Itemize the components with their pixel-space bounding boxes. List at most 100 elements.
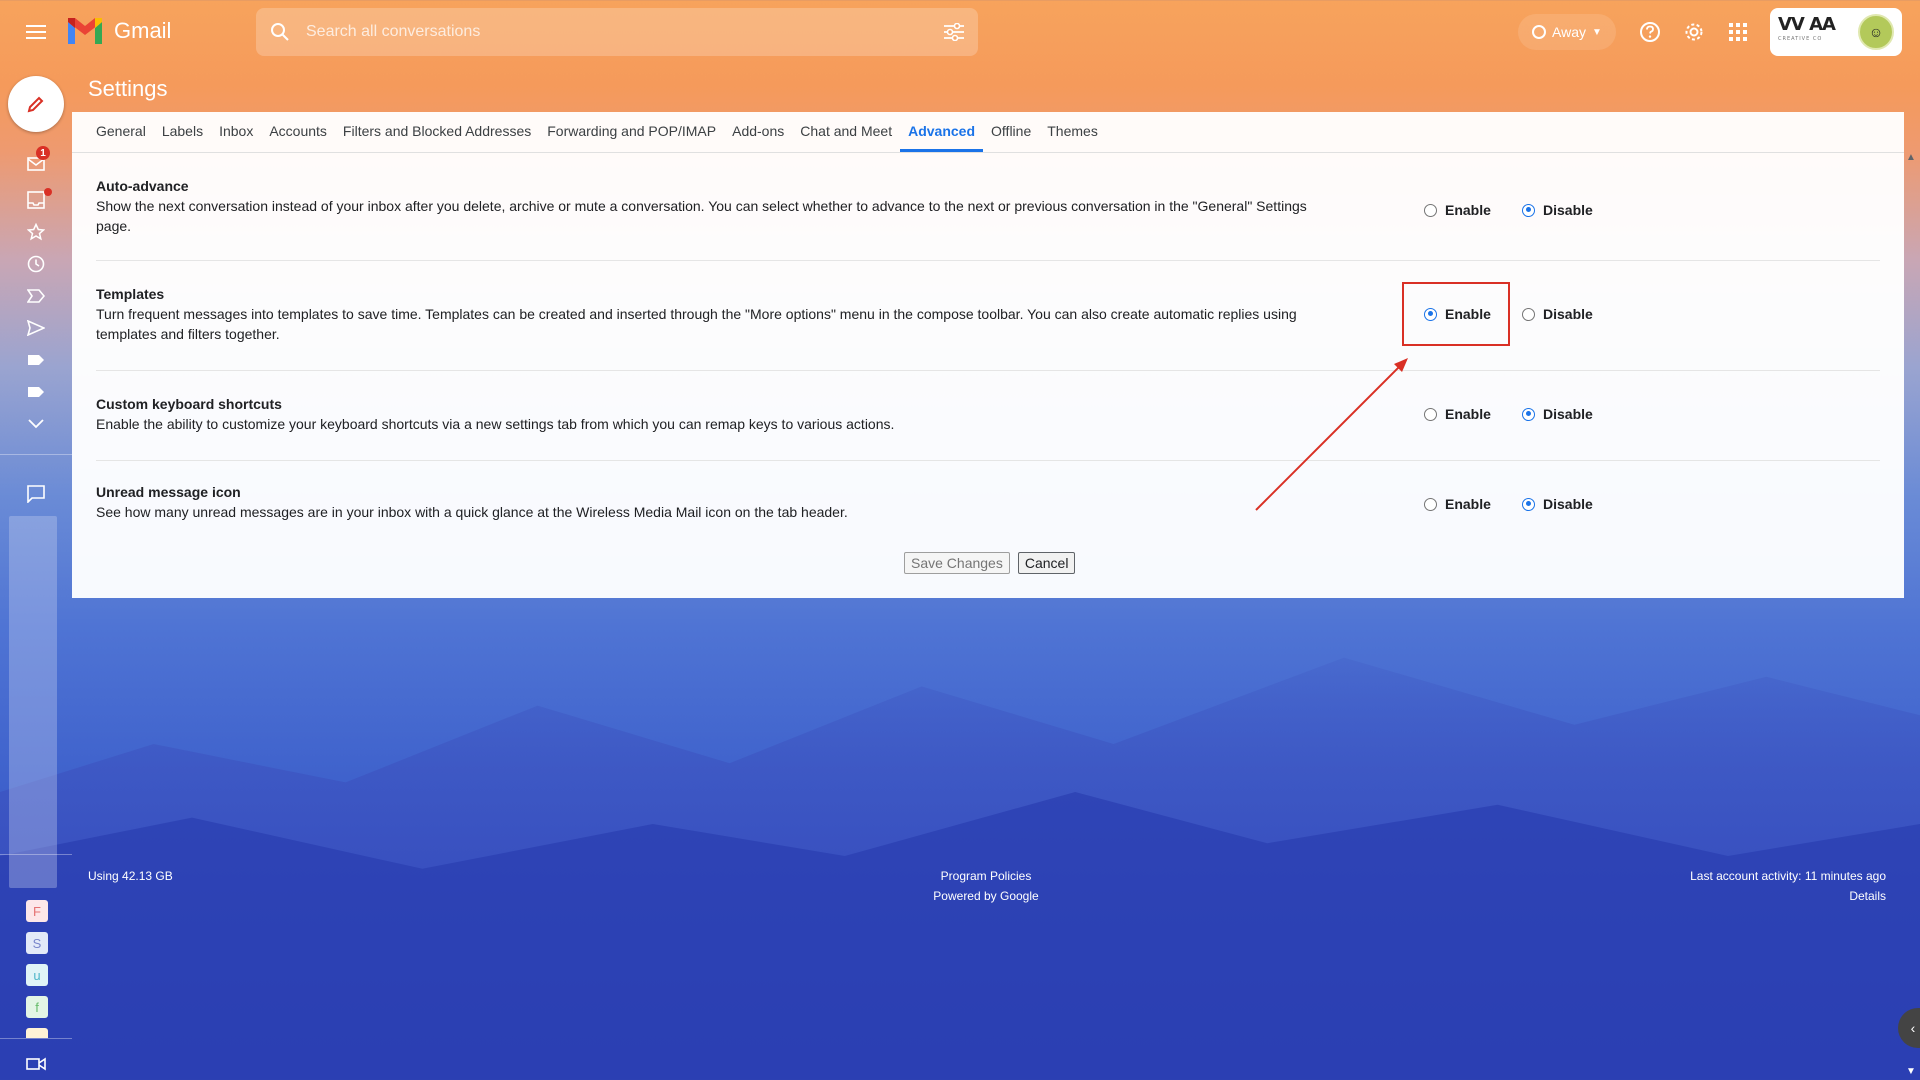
tab-forwarding[interactable]: Forwarding and POP/IMAP — [539, 112, 724, 152]
chat-contact-initial: S — [32, 935, 42, 951]
footer-right: Last account activity: 11 minutes ago De… — [1600, 866, 1886, 906]
cancel-button[interactable]: Cancel — [1017, 552, 1076, 574]
avatar[interactable]: ☺ — [1858, 14, 1894, 50]
footer-center: Program Policies Powered by Google — [900, 866, 1072, 906]
templates-enable-option[interactable]: Enable — [1424, 306, 1491, 322]
chat-icon[interactable] — [20, 480, 52, 508]
scroll-down-arrow-icon[interactable]: ▼ — [1904, 1064, 1918, 1078]
radio-enable[interactable] — [1424, 497, 1437, 511]
rail-divider — [0, 1038, 72, 1039]
setting-description: Show the next conversation instead of yo… — [96, 198, 1307, 234]
star-icon[interactable] — [20, 218, 52, 246]
tab-inbox[interactable]: Inbox — [211, 112, 261, 152]
tab-labels[interactable]: Labels — [154, 112, 211, 152]
help-icon[interactable] — [1634, 16, 1666, 48]
label-icon[interactable] — [20, 346, 52, 374]
top-bar: Gmail Away ▼ VV AA CREATIVE CO ☺ — [0, 0, 1920, 64]
auto-advance-disable-option[interactable]: Disable — [1522, 202, 1593, 218]
keyboard-shortcuts-disable-option[interactable]: Disable — [1522, 406, 1593, 422]
setting-row-unread-icon: Unread message icon See how many unread … — [96, 460, 1880, 546]
auto-advance-enable-option[interactable]: Enable — [1424, 202, 1491, 218]
scroll-up-arrow-icon[interactable]: ▲ — [1904, 150, 1918, 164]
unread-icon-disable-option[interactable]: Disable — [1522, 496, 1593, 512]
tab-general[interactable]: General — [88, 112, 154, 152]
keyboard-shortcuts-enable-option[interactable]: Enable — [1424, 406, 1491, 422]
chat-contact-tile[interactable]: S — [26, 932, 48, 954]
option-label: Enable — [1445, 306, 1491, 322]
gear-icon[interactable] — [1678, 16, 1710, 48]
details-link[interactable]: Details — [1600, 886, 1886, 906]
tab-chat-and-meet[interactable]: Chat and Meet — [792, 112, 900, 152]
search-input[interactable] — [304, 22, 930, 42]
chat-contact-tile[interactable]: f — [26, 996, 48, 1018]
search-bar — [256, 8, 978, 56]
search-options-icon[interactable] — [930, 8, 978, 56]
status-selector[interactable]: Away ▼ — [1518, 14, 1616, 50]
setting-description: See how many unread messages are in your… — [96, 504, 848, 520]
radio-disable[interactable] — [1522, 203, 1535, 217]
pencil-icon — [27, 96, 44, 113]
important-icon[interactable] — [20, 282, 52, 310]
save-changes-button[interactable]: Save Changes — [904, 552, 1010, 574]
option-label: Enable — [1445, 406, 1491, 422]
setting-title: Custom keyboard shortcuts — [96, 396, 282, 412]
chevron-down-icon[interactable] — [20, 410, 52, 438]
option-label: Disable — [1543, 306, 1593, 322]
settings-panel: General Labels Inbox Accounts Filters an… — [72, 112, 1904, 598]
chat-contact-tile[interactable] — [26, 1028, 48, 1038]
notification-dot — [44, 188, 52, 196]
unread-count-badge: 1 — [36, 146, 50, 160]
radio-enable[interactable] — [1424, 307, 1437, 321]
chat-contact-tile[interactable]: F — [26, 900, 48, 922]
option-label: Disable — [1543, 202, 1593, 218]
option-label: Disable — [1543, 406, 1593, 422]
tab-advanced[interactable]: Advanced — [900, 112, 984, 152]
video-camera-icon[interactable] — [20, 1050, 52, 1078]
setting-title: Auto-advance — [96, 178, 189, 194]
tab-offline[interactable]: Offline — [983, 112, 1039, 152]
option-label: Disable — [1543, 496, 1593, 512]
caret-down-icon: ▼ — [1591, 26, 1602, 38]
chat-contact-initial: u — [33, 967, 41, 983]
tab-accounts[interactable]: Accounts — [261, 112, 335, 152]
setting-title: Unread message icon — [96, 484, 241, 500]
left-rail: 1 F S u f — [0, 64, 72, 1080]
apps-grid-icon[interactable] — [1722, 16, 1754, 48]
setting-title: Templates — [96, 286, 165, 302]
setting-row-templates: Templates Turn frequent messages into te… — [96, 260, 1880, 371]
status-label: Away — [1552, 24, 1586, 40]
send-icon[interactable] — [20, 314, 52, 342]
main-menu-icon[interactable] — [18, 16, 54, 48]
tab-filters[interactable]: Filters and Blocked Addresses — [335, 112, 539, 152]
compose-button[interactable] — [8, 76, 64, 132]
form-buttons: Save Changes Cancel — [904, 552, 1076, 574]
tab-add-ons[interactable]: Add-ons — [724, 112, 792, 152]
program-policies-link[interactable]: Program Policies — [900, 866, 1072, 886]
account-switcher[interactable]: VV AA CREATIVE CO ☺ — [1770, 8, 1902, 56]
setting-row-keyboard-shortcuts: Custom keyboard shortcuts Enable the abi… — [96, 370, 1880, 461]
tab-themes[interactable]: Themes — [1039, 112, 1106, 152]
chat-contact-tile[interactable]: u — [26, 964, 48, 986]
rail-divider — [0, 854, 72, 855]
radio-enable[interactable] — [1424, 407, 1437, 421]
setting-row-auto-advance: Auto-advance Show the next conversation … — [96, 166, 1880, 261]
radio-enable[interactable] — [1424, 203, 1437, 217]
unread-icon-enable-option[interactable]: Enable — [1424, 496, 1491, 512]
clock-icon[interactable] — [20, 250, 52, 278]
chevron-left-icon: ‹ — [1910, 1020, 1916, 1036]
organization-logo: VV AA CREATIVE CO — [1778, 16, 1836, 46]
radio-disable[interactable] — [1522, 497, 1535, 511]
setting-description: Enable the ability to customize your key… — [96, 416, 895, 432]
powered-by-google: Powered by Google — [933, 889, 1039, 903]
option-label: Enable — [1445, 202, 1491, 218]
templates-disable-option[interactable]: Disable — [1522, 306, 1593, 322]
settings-tabs: General Labels Inbox Accounts Filters an… — [88, 112, 1106, 152]
radio-disable[interactable] — [1522, 307, 1535, 321]
annotation-arrow — [1255, 358, 1408, 511]
search-icon[interactable] — [256, 8, 304, 56]
radio-disable[interactable] — [1522, 407, 1535, 421]
label-icon[interactable] — [20, 378, 52, 406]
gmail-logo[interactable]: Gmail — [66, 16, 171, 46]
last-account-activity: Last account activity: 11 minutes ago — [1690, 869, 1886, 883]
status-ring-icon — [1532, 25, 1546, 39]
